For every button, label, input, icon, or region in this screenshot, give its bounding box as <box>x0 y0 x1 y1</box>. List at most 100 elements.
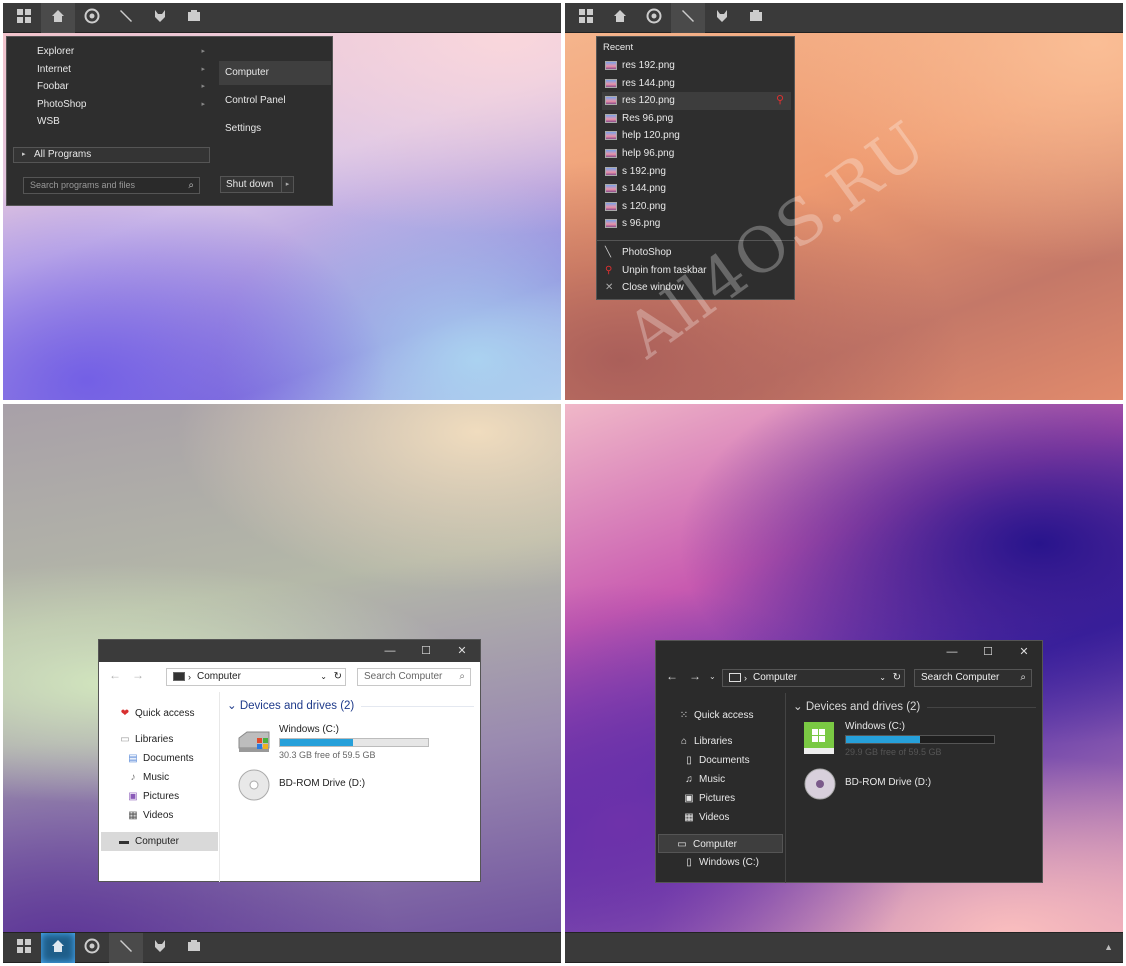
taskbar-foobar[interactable] <box>705 3 739 33</box>
taskbar-photoshop[interactable] <box>109 932 143 963</box>
chevron-right-icon[interactable]: ▸ <box>281 177 293 192</box>
home-icon <box>50 8 66 27</box>
nav-music[interactable]: ♫ Music <box>680 770 725 789</box>
chevron-right-icon: ▸ <box>201 83 205 90</box>
minimize-icon[interactable]: — <box>934 641 970 663</box>
nav-documents[interactable]: ▯ Documents <box>680 751 749 770</box>
taskbar-explorer[interactable] <box>41 3 75 33</box>
image-file-icon <box>605 96 617 106</box>
nav-documents[interactable]: ▤ Documents <box>124 749 193 768</box>
taskbar-chrome[interactable] <box>637 3 671 33</box>
chevron-right-icon: ▸ <box>22 151 26 158</box>
taskbar-media[interactable] <box>177 933 211 963</box>
nav-pictures[interactable]: ▣ Pictures <box>680 789 735 808</box>
search-input[interactable]: Search Computer ⌕ <box>357 668 471 686</box>
taskbar-photoshop[interactable] <box>671 3 705 33</box>
start-button[interactable] <box>7 933 41 963</box>
chevron-down-icon: ⌄ <box>793 701 806 713</box>
brush-icon <box>118 8 134 27</box>
nav-pictures[interactable]: ▣ Pictures <box>124 787 179 806</box>
program-item[interactable]: PhotoShop ▸ <box>13 96 213 114</box>
taskbar-explorer[interactable] <box>603 3 637 33</box>
taskbar-foobar[interactable] <box>143 3 177 33</box>
grid-dots-icon: ⁙ <box>679 710 689 721</box>
maximize-icon[interactable]: ☐ <box>408 640 444 662</box>
chevron-down-icon[interactable]: ⌄ <box>709 672 716 681</box>
recent-item[interactable]: res 192.png <box>602 57 791 75</box>
group-header[interactable]: ⌄ Devices and drives (2) <box>227 698 354 712</box>
nav-libraries[interactable]: ▭ Libraries <box>116 730 173 749</box>
program-item[interactable]: WSB <box>13 113 213 131</box>
fox-icon <box>152 8 168 27</box>
recent-item[interactable]: res 120.png ⚲ <box>602 92 791 110</box>
recent-item[interactable]: s 144.png <box>602 180 791 198</box>
address-bar[interactable]: › Computer ⌄ ↻ <box>166 668 346 686</box>
close-icon[interactable]: ✕ <box>1006 641 1042 663</box>
start-link-control-panel[interactable]: Control Panel <box>219 89 331 113</box>
chevron-down-icon[interactable]: ⌄ <box>320 669 327 685</box>
chevron-up-icon[interactable]: ▲ <box>1104 942 1113 952</box>
forward-arrow-icon[interactable]: → <box>689 669 701 683</box>
program-item[interactable]: Foobar ▸ <box>13 78 213 96</box>
recent-item[interactable]: s 192.png <box>602 163 791 181</box>
address-bar[interactable]: › Computer ⌄ ↻ <box>722 669 905 687</box>
group-header[interactable]: ⌄ Devices and drives (2) <box>793 699 920 713</box>
nav-videos[interactable]: ▦ Videos <box>680 808 729 827</box>
minimize-icon[interactable]: — <box>372 640 408 662</box>
chrome-icon <box>84 8 100 27</box>
title-bar[interactable]: — ☐ ✕ <box>99 640 480 662</box>
start-button[interactable] <box>569 3 603 33</box>
maximize-icon[interactable]: ☐ <box>970 641 1006 663</box>
screenshot-explorer-dark: — ☐ ✕ ← → ⌄ › Computer ⌄ ↻ Search Comput… <box>565 404 1123 963</box>
refresh-icon[interactable]: ↻ <box>893 670 901 686</box>
close-icon[interactable]: ✕ <box>444 640 480 662</box>
chevron-down-icon[interactable]: ⌄ <box>879 670 886 686</box>
taskbar-explorer[interactable] <box>41 932 75 963</box>
taskbar-photoshop[interactable] <box>109 3 143 33</box>
taskbar-chrome[interactable] <box>75 933 109 963</box>
start-search-input[interactable]: Search programs and files ⌕ <box>23 177 200 194</box>
back-arrow-icon[interactable]: ← <box>109 668 121 682</box>
nav-libraries[interactable]: ⌂ Libraries <box>675 732 732 751</box>
pin-icon: ⚲ <box>605 264 613 276</box>
windows-drive-icon <box>803 721 837 755</box>
fox-icon <box>152 938 168 957</box>
recent-item[interactable]: res 144.png <box>602 75 791 93</box>
image-file-icon <box>605 166 617 176</box>
nav-computer[interactable]: ▬ Computer <box>101 832 218 851</box>
start-link-computer[interactable]: Computer <box>219 61 331 85</box>
taskbar-foobar[interactable] <box>143 933 177 963</box>
pin-icon[interactable]: ⚲ <box>776 92 784 110</box>
nav-quick-access[interactable]: ❤ Quick access <box>116 704 195 723</box>
drive-usage-fill <box>846 736 920 743</box>
refresh-icon[interactable]: ↻ <box>334 669 342 685</box>
taskbar-chrome[interactable] <box>75 3 109 33</box>
recent-item[interactable]: Res 96.png <box>602 110 791 128</box>
nav-videos[interactable]: ▦ Videos <box>124 806 173 825</box>
recent-item[interactable]: help 120.png <box>602 127 791 145</box>
jumplist-title: Recent <box>603 42 634 53</box>
film-icon: ▦ <box>684 812 694 823</box>
taskbar-media[interactable] <box>177 3 211 33</box>
nav-windows-c[interactable]: ▯ Windows (C:) <box>680 853 759 872</box>
search-icon: ⌕ <box>1020 672 1026 683</box>
explorer-window: — ☐ ✕ ← → › Computer ⌄ ↻ Search Computer… <box>98 639 481 882</box>
divider <box>361 706 474 707</box>
back-arrow-icon[interactable]: ← <box>666 669 678 683</box>
all-programs-button[interactable]: ▸ All Programs <box>13 147 210 163</box>
nav-quick-access[interactable]: ⁙ Quick access <box>675 706 754 725</box>
forward-arrow-icon[interactable]: → <box>132 668 144 682</box>
shutdown-button[interactable]: Shut down ▸ <box>220 176 294 193</box>
start-button[interactable] <box>7 3 41 33</box>
nav-music[interactable]: ♪ Music <box>124 768 170 787</box>
recent-item[interactable]: help 96.png <box>602 145 791 163</box>
close-icon: ✕ <box>605 282 614 294</box>
nav-computer[interactable]: ▭ Computer <box>658 834 783 853</box>
program-item[interactable]: Internet ▸ <box>13 61 213 79</box>
taskbar-media[interactable] <box>739 3 773 33</box>
windows-start-icon <box>578 8 594 27</box>
program-item[interactable]: Explorer ▸ <box>13 43 213 61</box>
start-link-settings[interactable]: Settings <box>219 117 331 141</box>
search-input[interactable]: Search Computer ⌕ <box>914 669 1032 687</box>
title-bar[interactable]: — ☐ ✕ <box>656 641 1042 663</box>
